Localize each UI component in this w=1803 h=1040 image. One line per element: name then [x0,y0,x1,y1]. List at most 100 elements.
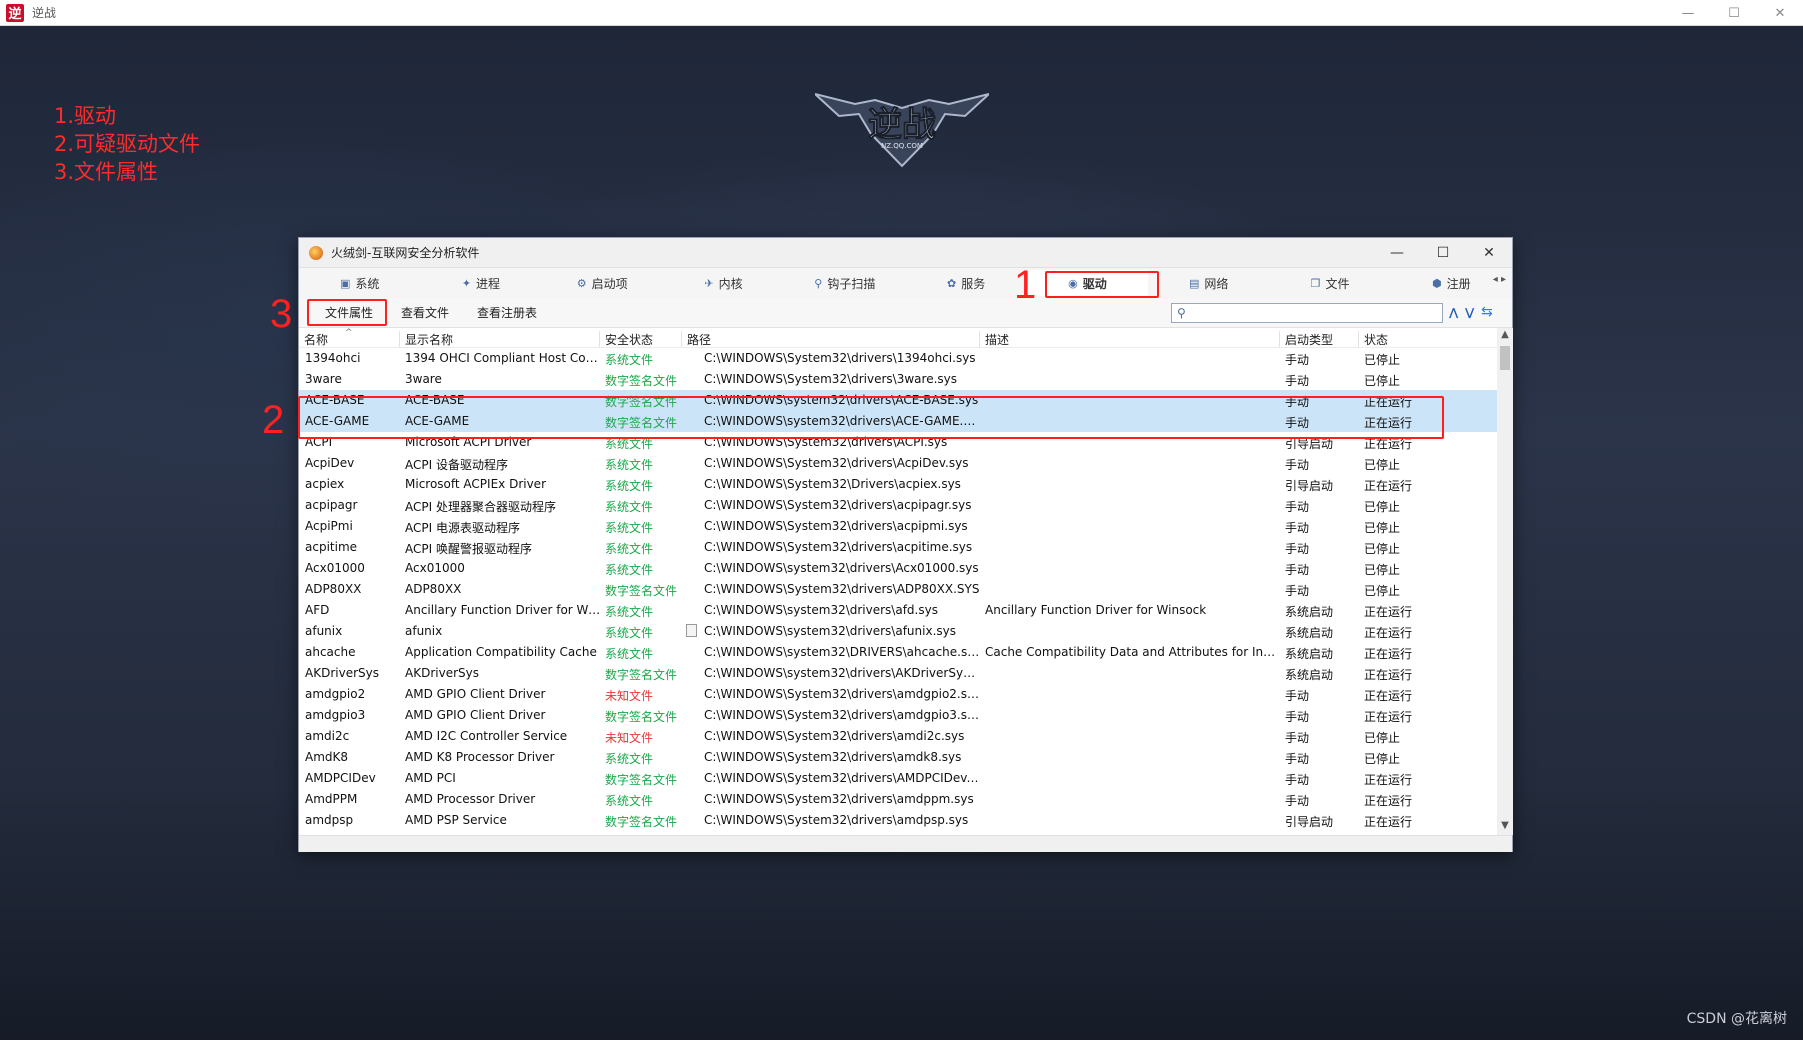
cell-path: C:\WINDOWS\System32\drivers\amdpsp.sys [704,813,969,827]
cell-start: 引导启动 [1285,479,1334,493]
game-maximize-button[interactable]: ☐ [1711,0,1757,26]
cell-security: 数字签名文件 [605,773,678,787]
cell-start: 系统启动 [1285,605,1334,619]
table-row[interactable]: AKDriverSys AKDriverSys 数字签名文件 C:\WINDOWS\s… [299,663,1497,684]
cell-status: 正在运行 [1364,416,1413,430]
tab-scroll-right-icon[interactable]: ▸ [1501,274,1506,285]
cell-display: Microsoft ACPIEx Driver [405,477,546,491]
tab-label: 内核 [718,276,743,291]
table-row[interactable]: AMDPCIDev AMD PCI 数字签名文件 C:\WINDOWS\System3… [299,768,1497,789]
scroll-up-icon[interactable]: ▲ [1497,329,1513,343]
annotation-step: 3.文件属性 [54,160,159,184]
cell-security: 数字签名文件 [605,710,678,724]
table-row[interactable]: amdgpio3 AMD GPIO Client Driver 数字签名文件 C:\W… [299,705,1497,726]
search-next-button[interactable]: ⋁ [1465,306,1474,319]
tab-file[interactable]: ❐ 文件 [1269,270,1390,296]
column-header-start-type[interactable]: 启动类型 [1279,331,1358,347]
table-row[interactable]: AcpiPmi ACPI 电源表驱动程序 系统文件 C:\WINDOWS\System… [299,516,1497,537]
table-row[interactable]: AmdPPM AMD Processor Driver 系统文件 C:\WINDOWS… [299,789,1497,810]
table-row[interactable]: Acx01000 Acx01000 系统文件 C:\WINDOWS\system32\… [299,558,1497,579]
cell-security: 系统文件 [605,437,654,451]
cell-status: 正在运行 [1364,773,1413,787]
driver-table-header: 名称 ^ 显示名称 安全状态 路径 描述 启动类型 状态 [299,328,1497,348]
security-tool-window: 火绒剑-互联网安全分析软件 — ☐ ✕ ▣ 系统 ✦ 进程 ⚙ 启动项 ✈ 内核 ⚲ 钩子扫描 ✿ 服… [298,237,1513,852]
cell-status: 已停止 [1364,731,1401,745]
cell-display: ACPI 电源表驱动程序 [405,521,520,535]
column-header-name[interactable]: 名称 ^ [299,328,399,347]
kernel-icon: ✈ [704,276,714,290]
tool-close-button[interactable]: ✕ [1466,238,1512,268]
tab-label: 驱动 [1082,276,1107,291]
tool-minimize-button[interactable]: — [1374,238,1420,268]
table-row[interactable]: ADP80XX ADP80XX 数字签名文件 C:\WINDOWS\System32\… [299,579,1497,600]
cell-display: Acx01000 [405,561,465,575]
cell-start: 引导启动 [1285,437,1334,451]
column-header-label: 名称 [304,333,329,347]
cell-start: 手动 [1285,584,1310,598]
search-box[interactable]: ⚲ [1171,303,1443,323]
table-row[interactable]: ACE-BASE ACE-BASE 数字签名文件 C:\WINDOWS\system3… [299,390,1497,411]
scroll-down-icon[interactable]: ▼ [1497,820,1513,834]
table-row[interactable]: ahcache Application Compatibility Cache 系统… [299,642,1497,663]
table-row[interactable]: acpiex Microsoft ACPIEx Driver 系统文件 C:\WIND… [299,474,1497,495]
table-row[interactable]: acpitime ACPI 唤醒警报驱动程序 系统文件 C:\WINDOWS\Syst… [299,537,1497,558]
table-row[interactable]: AmdK8 AMD K8 Processor Driver 系统文件 C:\WINDO… [299,747,1497,768]
annotation-marker: 2 [262,398,285,442]
cell-start: 手动 [1285,731,1310,745]
table-row[interactable]: amdi2c AMD I2C Controller Service 未知文件 C:\W… [299,726,1497,747]
refresh-icon[interactable]: ⇆ [1481,304,1493,320]
cell-name: Acx01000 [305,561,365,575]
tab-computer[interactable]: ▣ 系统 [299,270,420,296]
vertical-scrollbar[interactable]: ▲ ▼ [1497,328,1513,835]
cell-start: 系统启动 [1285,647,1334,661]
cell-status: 正在运行 [1364,437,1413,451]
view-file-button[interactable]: 查看文件 [387,302,463,324]
file-properties-button[interactable]: 文件属性 [311,302,387,324]
game-close-button[interactable]: ✕ [1757,0,1803,26]
cell-display: Microsoft ACPI Driver [405,435,532,449]
status-bar [299,835,1512,852]
cell-status: 已停止 [1364,563,1401,577]
cell-start: 手动 [1285,374,1310,388]
column-header-path[interactable]: 路径 [681,331,979,347]
game-minimize-button[interactable]: — [1665,0,1711,26]
tab-startup[interactable]: ⚙ 启动项 [542,270,663,296]
tool-app-icon [309,245,323,260]
tab-service[interactable]: ✿ 服务 [905,270,1026,296]
tab-network[interactable]: ▤ 网络 [1148,270,1269,296]
tab-scroll-left-icon[interactable]: ◂ [1493,274,1498,285]
cell-security: 数字签名文件 [605,416,678,430]
table-row[interactable]: amdgpio2 AMD GPIO Client Driver 未知文件 C:\WIN… [299,684,1497,705]
search-prev-button[interactable]: ⋀ [1449,306,1458,319]
column-header-display[interactable]: 显示名称 [399,331,599,347]
cell-start: 手动 [1285,773,1310,787]
table-row[interactable]: acpipagr ACPI 处理器聚合器驱动程序 系统文件 C:\WINDOWS\Sy… [299,495,1497,516]
cell-display: ACE-GAME [405,414,470,428]
cell-display: AMD I2C Controller Service [405,729,568,743]
table-row[interactable]: amdpsp AMD PSP Service 数字签名文件 C:\WINDOWS\Sy… [299,810,1497,831]
cell-path: C:\WINDOWS\System32\drivers\ACPI.sys [704,435,948,449]
tab-process[interactable]: ✦ 进程 [420,270,541,296]
tool-maximize-button[interactable]: ☐ [1420,238,1466,268]
registry-icon: ⬢ [1432,276,1442,290]
tab-hook-scan[interactable]: ⚲ 钩子扫描 [784,270,905,296]
table-row[interactable]: ACE-GAME ACE-GAME 数字签名文件 C:\WINDOWS\system3… [299,411,1497,432]
table-row[interactable]: AFD Ancillary Function Driver for Win... 系… [299,600,1497,621]
table-row[interactable]: 3ware 3ware 数字签名文件 C:\WINDOWS\System32\driv… [299,369,1497,390]
scroll-thumb[interactable] [1500,346,1510,370]
table-row[interactable]: 1394ohci 1394 OHCI Compliant Host Con... 系… [299,348,1497,369]
column-header-status[interactable]: 状态 [1358,331,1432,347]
view-registry-button[interactable]: 查看注册表 [463,302,551,324]
tab-driver[interactable]: ◉ 驱动 [1026,270,1149,296]
cell-start: 手动 [1285,563,1310,577]
column-header-security[interactable]: 安全状态 [599,331,681,347]
table-row[interactable]: ACPI Microsoft ACPI Driver 系统文件 C:\WINDOWS\… [299,432,1497,453]
table-row[interactable]: afunix afunix 系统文件 C:\WINDOWS\system32\driv… [299,621,1497,642]
cell-status: 正在运行 [1364,668,1413,682]
tab-kernel[interactable]: ✈ 内核 [663,270,784,296]
cell-start: 手动 [1285,353,1310,367]
tab-scroll-arrows[interactable]: ◂ ▸ [1493,274,1506,285]
table-row[interactable]: AcpiDev ACPI 设备驱动程序 系统文件 C:\WINDOWS\System3… [299,453,1497,474]
search-input[interactable] [1189,305,1442,321]
column-header-description[interactable]: 描述 [979,331,1279,347]
